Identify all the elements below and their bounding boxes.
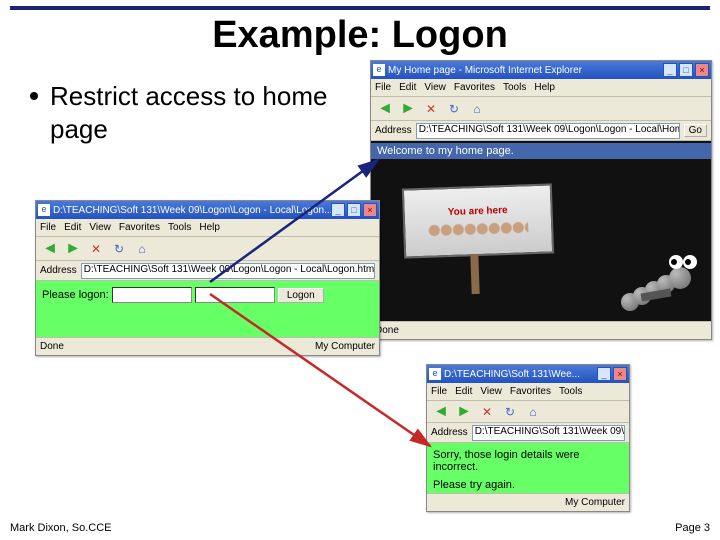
- minimize-button[interactable]: _: [663, 63, 677, 77]
- footer-page: Page 3: [675, 522, 710, 534]
- logon-menu-bar: File Edit View Favorites Tools Help: [36, 219, 379, 237]
- home-page-content: Welcome to my home page. You are here: [371, 141, 711, 321]
- menu-help[interactable]: Help: [199, 222, 220, 233]
- home-menu-bar: File Edit View Favorites Tools Help: [371, 79, 711, 97]
- logon-toolbar: ◄ ► ✕ ↻ ⌂: [36, 237, 379, 261]
- home-address-row: Address D:\TEACHING\Soft 131\Week 09\Log…: [371, 121, 711, 141]
- refresh-button[interactable]: ↻: [444, 99, 464, 119]
- menu-view[interactable]: View: [89, 222, 111, 233]
- slide-bullet: Restrict access to home page: [30, 80, 350, 145]
- logon-button[interactable]: Logon: [278, 288, 324, 303]
- maximize-button[interactable]: □: [679, 63, 693, 77]
- footer-author: Mark Dixon, So.CCE: [10, 522, 111, 534]
- error-line2: Please try again.: [433, 479, 623, 491]
- bullet-dot-icon: [30, 92, 38, 100]
- home-button[interactable]: ⌂: [523, 402, 543, 422]
- go-button[interactable]: Go: [684, 124, 707, 137]
- menu-tools[interactable]: Tools: [559, 386, 582, 397]
- menu-help[interactable]: Help: [534, 82, 555, 93]
- address-label: Address: [431, 427, 468, 438]
- you-are-here-sign: You are here: [402, 183, 554, 258]
- ie-icon: e: [373, 64, 385, 76]
- bullet-text: Restrict access to home page: [50, 80, 350, 145]
- menu-file[interactable]: File: [40, 222, 56, 233]
- minimize-button[interactable]: _: [331, 203, 345, 217]
- logon-title-bar: e D:\TEACHING\Soft 131\Week 09\Logon\Log…: [36, 201, 379, 219]
- back-button[interactable]: ◄: [40, 239, 60, 259]
- logon-address-row: Address D:\TEACHING\Soft 131\Week 09\Log…: [36, 261, 379, 281]
- home-button[interactable]: ⌂: [467, 99, 487, 119]
- logon-browser-window: e D:\TEACHING\Soft 131\Week 09\Logon\Log…: [35, 200, 380, 356]
- error-title-bar: e D:\TEACHING\Soft 131\Wee... _ ×: [427, 365, 629, 383]
- address-label: Address: [40, 265, 77, 276]
- sign-post-icon: [470, 254, 479, 294]
- back-button[interactable]: ◄: [375, 99, 395, 119]
- slide-top-rule: [10, 6, 710, 10]
- address-input[interactable]: D:\TEACHING\Soft 131\Week 09\Logon\Logon…: [416, 123, 680, 139]
- error-browser-window: e D:\TEACHING\Soft 131\Wee... _ × File E…: [426, 364, 630, 512]
- status-right: My Computer: [565, 497, 625, 508]
- forward-button[interactable]: ►: [63, 239, 83, 259]
- home-title-text: My Home page - Microsoft Internet Explor…: [388, 65, 663, 76]
- logon-page-content: Please logon: Logon: [36, 281, 379, 337]
- worm-illustration-small-icon: [428, 220, 528, 237]
- back-button[interactable]: ◄: [431, 402, 451, 422]
- password-input[interactable]: [195, 287, 275, 303]
- menu-edit[interactable]: Edit: [64, 222, 81, 233]
- close-button[interactable]: ×: [363, 203, 377, 217]
- status-right: My Computer: [315, 341, 375, 352]
- menu-tools[interactable]: Tools: [503, 82, 526, 93]
- menu-tools[interactable]: Tools: [168, 222, 191, 233]
- error-address-row: Address D:\TEACHING\Soft 131\Week 09\Log…: [427, 423, 629, 443]
- close-button[interactable]: ×: [613, 367, 627, 381]
- ie-icon: e: [429, 368, 441, 380]
- logon-prompt: Please logon:: [42, 289, 109, 301]
- slide-title: Example: Logon: [0, 14, 720, 57]
- home-toolbar: ◄ ► ✕ ↻ ⌂: [371, 97, 711, 121]
- menu-favorites[interactable]: Favorites: [119, 222, 160, 233]
- username-input[interactable]: [112, 287, 192, 303]
- menu-edit[interactable]: Edit: [399, 82, 416, 93]
- error-status-bar: My Computer: [427, 493, 629, 511]
- error-menu-bar: File Edit View Favorites Tools: [427, 383, 629, 401]
- stop-button[interactable]: ✕: [477, 402, 497, 422]
- minimize-button[interactable]: _: [597, 367, 611, 381]
- menu-file[interactable]: File: [375, 82, 391, 93]
- address-input[interactable]: D:\TEACHING\Soft 131\Week 09\Logon\Logon…: [81, 263, 375, 279]
- worm-illustration-large-icon: [621, 251, 701, 311]
- ie-icon: e: [38, 204, 50, 216]
- menu-view[interactable]: View: [480, 386, 502, 397]
- maximize-button[interactable]: □: [347, 203, 361, 217]
- address-input[interactable]: D:\TEACHING\Soft 131\Week 09\Logon: [472, 425, 625, 441]
- menu-file[interactable]: File: [431, 386, 447, 397]
- logon-status-bar: Done My Computer: [36, 337, 379, 355]
- status-left: Done: [40, 341, 64, 352]
- error-toolbar: ◄ ► ✕ ↻ ⌂: [427, 401, 629, 423]
- sign-text: You are here: [448, 205, 508, 218]
- close-button[interactable]: ×: [695, 63, 709, 77]
- home-title-bar: e My Home page - Microsoft Internet Expl…: [371, 61, 711, 79]
- home-button[interactable]: ⌂: [132, 239, 152, 259]
- refresh-button[interactable]: ↻: [500, 402, 520, 422]
- error-title-text: D:\TEACHING\Soft 131\Wee...: [444, 369, 597, 380]
- menu-edit[interactable]: Edit: [455, 386, 472, 397]
- address-label: Address: [375, 125, 412, 136]
- home-status-bar: Done: [371, 321, 711, 339]
- refresh-button[interactable]: ↻: [109, 239, 129, 259]
- stop-button[interactable]: ✕: [421, 99, 441, 119]
- menu-view[interactable]: View: [424, 82, 446, 93]
- error-page-content: Sorry, those login details were incorrec…: [427, 443, 629, 493]
- menu-favorites[interactable]: Favorites: [454, 82, 495, 93]
- stop-button[interactable]: ✕: [86, 239, 106, 259]
- forward-button[interactable]: ►: [398, 99, 418, 119]
- menu-favorites[interactable]: Favorites: [510, 386, 551, 397]
- error-line1: Sorry, those login details were incorrec…: [433, 449, 623, 473]
- welcome-text: Welcome to my home page.: [371, 143, 711, 159]
- forward-button[interactable]: ►: [454, 402, 474, 422]
- home-browser-window: e My Home page - Microsoft Internet Expl…: [370, 60, 712, 340]
- logon-title-text: D:\TEACHING\Soft 131\Week 09\Logon\Logon…: [53, 205, 331, 216]
